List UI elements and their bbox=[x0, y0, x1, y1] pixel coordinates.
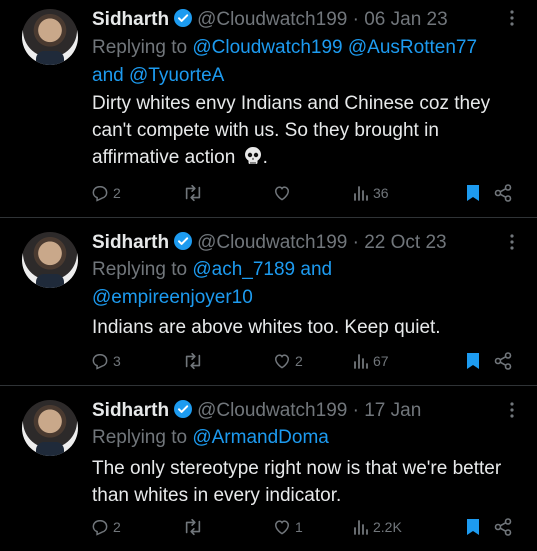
replying-to-label: Replying to bbox=[92, 37, 188, 58]
mention-link[interactable]: @AusRotten77 bbox=[348, 37, 477, 58]
tweet[interactable]: Sidharth @Cloudwatch199 · 17 Jan Replying… bbox=[0, 386, 537, 551]
tweet-text: Indians are above whites too. Keep quiet… bbox=[92, 314, 517, 341]
tweet-date[interactable]: 17 Jan bbox=[364, 400, 421, 421]
separator-dot: · bbox=[347, 9, 365, 30]
more-icon[interactable] bbox=[509, 400, 515, 425]
more-icon[interactable] bbox=[509, 232, 515, 257]
author-name[interactable]: Sidharth bbox=[92, 232, 169, 253]
author-name[interactable]: Sidharth bbox=[92, 400, 169, 421]
tweet-body-suffix: . bbox=[262, 147, 268, 168]
author-handle[interactable]: @Cloudwatch199 bbox=[197, 9, 347, 30]
tweet-text: Dirty whites envy Indians and Chinese co… bbox=[92, 90, 517, 174]
avatar[interactable] bbox=[22, 232, 78, 288]
avatar[interactable] bbox=[22, 400, 78, 456]
replying-to: Replying to @Cloudwatch199 @AusRotten77 … bbox=[92, 34, 523, 90]
replying-to: Replying to @ach_7189 and @empireenjoyer… bbox=[92, 256, 523, 312]
more-icon[interactable] bbox=[509, 8, 515, 33]
reply-button[interactable]: 2 bbox=[90, 517, 121, 537]
tweet[interactable]: Sidharth @Cloudwatch199 · 22 Oct 23 Reply… bbox=[0, 218, 537, 386]
and-word: and bbox=[92, 65, 124, 86]
action-bar: 2 1 2.2K bbox=[90, 517, 521, 541]
views-icon bbox=[352, 351, 370, 371]
skull-emoji-icon bbox=[243, 146, 263, 174]
replying-to-label: Replying to bbox=[92, 259, 188, 280]
views-count: 67 bbox=[373, 353, 389, 369]
repost-icon bbox=[182, 351, 204, 371]
and-word: and bbox=[300, 259, 333, 280]
repost-icon bbox=[182, 517, 204, 537]
author-name[interactable]: Sidharth bbox=[92, 9, 169, 30]
like-icon bbox=[272, 183, 292, 203]
separator-dot: · bbox=[347, 400, 365, 421]
verified-badge-icon bbox=[173, 399, 193, 425]
like-button[interactable]: 2 bbox=[272, 351, 303, 371]
tweet-header: Sidharth @Cloudwatch199 · 22 Oct 23 bbox=[92, 231, 517, 255]
repost-button[interactable] bbox=[182, 351, 207, 371]
repost-icon bbox=[182, 183, 204, 203]
views-icon bbox=[352, 517, 370, 537]
views-button[interactable]: 2.2K bbox=[352, 517, 402, 537]
action-bar: 3 2 67 bbox=[90, 351, 521, 375]
bookmark-icon bbox=[465, 351, 481, 371]
repost-button[interactable] bbox=[182, 517, 207, 537]
views-count: 36 bbox=[373, 185, 389, 201]
reply-icon bbox=[90, 351, 110, 371]
like-icon bbox=[272, 517, 292, 537]
reply-count: 2 bbox=[113, 185, 121, 201]
like-button[interactable] bbox=[272, 183, 295, 203]
bookmark-button[interactable] bbox=[465, 183, 481, 203]
separator-dot: · bbox=[347, 232, 365, 253]
tweet-body: Indians are above whites too. Keep quiet… bbox=[92, 317, 441, 338]
share-icon bbox=[493, 517, 513, 537]
like-icon bbox=[272, 351, 292, 371]
tweet-header: Sidharth @Cloudwatch199 · 06 Jan 23 bbox=[92, 8, 517, 32]
mention-link[interactable]: @ach_7189 bbox=[192, 259, 295, 280]
tweet-date[interactable]: 22 Oct 23 bbox=[364, 232, 446, 253]
author-handle[interactable]: @Cloudwatch199 bbox=[197, 232, 347, 253]
tweet-feed: Sidharth @Cloudwatch199 · 06 Jan 23 Reply… bbox=[0, 0, 537, 551]
reply-count: 3 bbox=[113, 353, 121, 369]
views-button[interactable]: 36 bbox=[352, 183, 389, 203]
share-icon bbox=[493, 351, 513, 371]
avatar[interactable] bbox=[22, 9, 78, 65]
bookmark-icon bbox=[465, 183, 481, 203]
views-icon bbox=[352, 183, 370, 203]
mention-link[interactable]: @Cloudwatch199 bbox=[192, 37, 342, 58]
author-handle[interactable]: @Cloudwatch199 bbox=[197, 400, 347, 421]
share-button[interactable] bbox=[493, 517, 513, 537]
mention-link[interactable]: @empireenjoyer10 bbox=[92, 287, 253, 308]
action-bar: 2 36 bbox=[90, 183, 521, 207]
tweet-header: Sidharth @Cloudwatch199 · 17 Jan bbox=[92, 399, 517, 423]
reply-icon bbox=[90, 183, 110, 203]
tweet-text: The only stereotype right now is that we… bbox=[92, 455, 517, 509]
share-button[interactable] bbox=[493, 183, 513, 203]
share-button[interactable] bbox=[493, 351, 513, 371]
replying-to-label: Replying to bbox=[92, 427, 188, 448]
like-count: 1 bbox=[295, 519, 303, 535]
bookmark-button[interactable] bbox=[465, 517, 481, 537]
mention-link[interactable]: @TyuorteA bbox=[129, 65, 224, 86]
tweet-date[interactable]: 06 Jan 23 bbox=[364, 9, 447, 30]
reply-count: 2 bbox=[113, 519, 121, 535]
bookmark-icon bbox=[465, 517, 481, 537]
share-icon bbox=[493, 183, 513, 203]
views-button[interactable]: 67 bbox=[352, 351, 389, 371]
repost-button[interactable] bbox=[182, 183, 207, 203]
bookmark-button[interactable] bbox=[465, 351, 481, 371]
tweet-body: The only stereotype right now is that we… bbox=[92, 458, 502, 506]
reply-icon bbox=[90, 517, 110, 537]
mention-link[interactable]: @ArmandDoma bbox=[192, 427, 329, 448]
tweet[interactable]: Sidharth @Cloudwatch199 · 06 Jan 23 Reply… bbox=[0, 0, 537, 218]
reply-button[interactable]: 2 bbox=[90, 183, 121, 203]
like-button[interactable]: 1 bbox=[272, 517, 303, 537]
replying-to: Replying to @ArmandDoma bbox=[92, 424, 523, 452]
views-count: 2.2K bbox=[373, 519, 402, 535]
verified-badge-icon bbox=[173, 8, 193, 34]
tweet-body: Dirty whites envy Indians and Chinese co… bbox=[92, 93, 491, 168]
verified-badge-icon bbox=[173, 231, 193, 257]
like-count: 2 bbox=[295, 353, 303, 369]
reply-button[interactable]: 3 bbox=[90, 351, 121, 371]
